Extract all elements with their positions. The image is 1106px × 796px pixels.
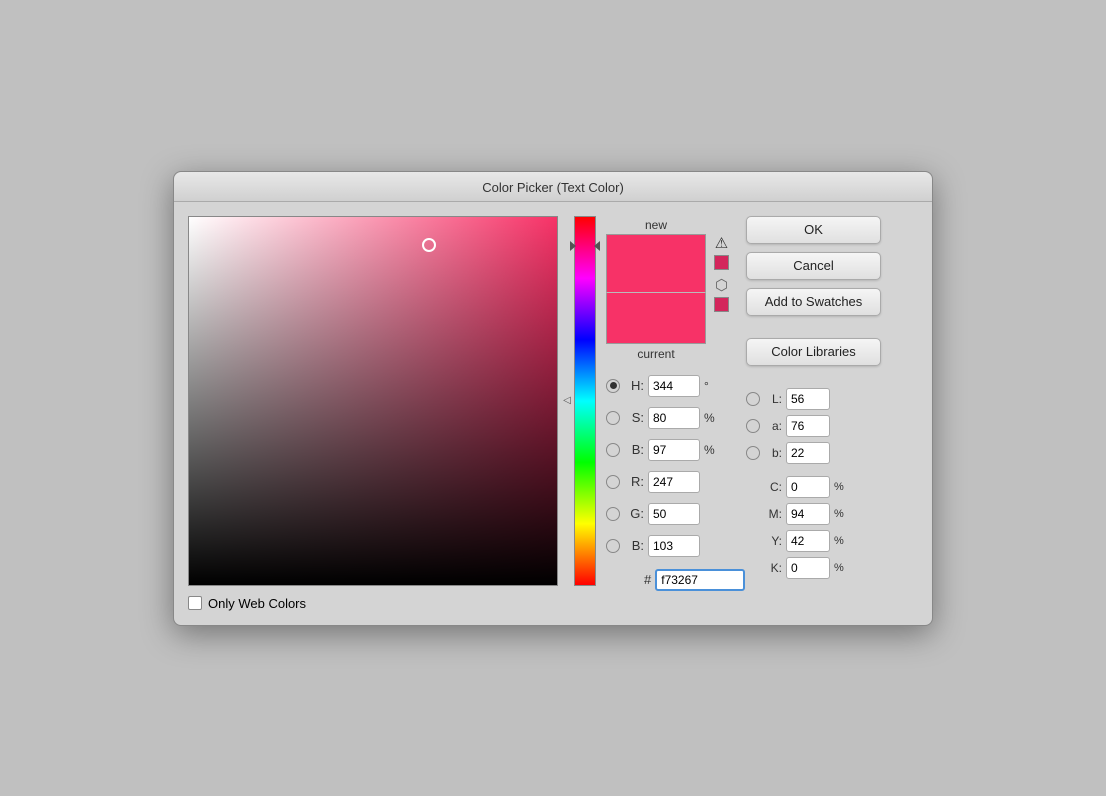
right-panel: OK Cancel Add to Swatches Color Librarie…	[746, 216, 886, 611]
b-radio[interactable]	[606, 443, 620, 457]
hex-row: #	[606, 569, 745, 591]
cube-icon: ⬡	[715, 276, 728, 294]
r-input[interactable]	[648, 471, 700, 493]
brgb-field-row: B:	[606, 535, 745, 557]
only-web-colors-checkbox[interactable]	[188, 596, 202, 610]
k-field-row: K: %	[746, 557, 886, 579]
add-to-swatches-button[interactable]: Add to Swatches	[746, 288, 881, 316]
y-label: Y:	[764, 534, 782, 548]
r-field-row: R:	[606, 471, 745, 493]
h-input[interactable]	[648, 375, 700, 397]
hue-arrow-left-icon: ◁	[562, 396, 572, 406]
cancel-button[interactable]: Cancel	[746, 252, 881, 280]
c-unit: %	[834, 481, 844, 493]
l-input[interactable]	[786, 388, 830, 410]
hue-strip-container: ◁	[562, 216, 596, 586]
b-label: B:	[624, 442, 644, 457]
color-field[interactable]	[188, 216, 558, 586]
warn-swatch-top[interactable]	[714, 255, 729, 270]
s-radio[interactable]	[606, 411, 620, 425]
c-label: C:	[764, 480, 782, 494]
brgb-label: B:	[624, 538, 644, 553]
m-input[interactable]	[786, 503, 830, 525]
y-unit: %	[834, 535, 844, 547]
middle-panel: new ⚠ ⬡ current H:	[606, 216, 736, 611]
current-label: current	[606, 347, 706, 361]
color-new-block	[606, 234, 706, 292]
brgb-radio[interactable]	[606, 539, 620, 553]
dialog-title: Color Picker (Text Color)	[174, 172, 932, 202]
left-panel: ◁ Only Web Colors	[188, 216, 596, 611]
y-field-row: Y: %	[746, 530, 886, 552]
color-libraries-button[interactable]: Color Libraries	[746, 338, 881, 366]
m-label: M:	[764, 507, 782, 521]
s-input[interactable]	[648, 407, 700, 429]
b-lab-input[interactable]	[786, 442, 830, 464]
g-radio[interactable]	[606, 507, 620, 521]
y-input[interactable]	[786, 530, 830, 552]
g-field-row: G:	[606, 503, 745, 525]
preview-area: ⚠ ⬡	[606, 234, 729, 344]
b-field-row: B: %	[606, 439, 745, 461]
g-input[interactable]	[648, 503, 700, 525]
s-label: S:	[624, 410, 644, 425]
s-unit: %	[704, 411, 718, 425]
cmyk-fields: C: % M: % Y: % K:	[746, 476, 886, 579]
warn-swatch-bottom[interactable]	[714, 297, 729, 312]
m-field-row: M: %	[746, 503, 886, 525]
hash-symbol: #	[644, 572, 651, 587]
k-unit: %	[834, 562, 844, 574]
r-label: R:	[624, 474, 644, 489]
new-label: new	[606, 218, 706, 232]
a-radio[interactable]	[746, 419, 760, 433]
g-label: G:	[624, 506, 644, 521]
a-input[interactable]	[786, 415, 830, 437]
hex-input[interactable]	[655, 569, 745, 591]
b-input[interactable]	[648, 439, 700, 461]
hue-indicator	[574, 245, 596, 247]
l-label: L:	[764, 392, 782, 406]
b-lab-radio[interactable]	[746, 446, 760, 460]
k-input[interactable]	[786, 557, 830, 579]
h-label: H:	[624, 378, 644, 393]
l-field-row: L:	[746, 388, 886, 410]
color-blocks	[606, 234, 706, 344]
hue-strip[interactable]	[574, 216, 596, 586]
color-field-overlay	[189, 217, 557, 585]
r-radio[interactable]	[606, 475, 620, 489]
brgb-input[interactable]	[648, 535, 700, 557]
k-label: K:	[764, 561, 782, 575]
s-field-row: S: %	[606, 407, 745, 429]
a-field-row: a:	[746, 415, 886, 437]
h-unit: °	[704, 379, 718, 393]
c-input[interactable]	[786, 476, 830, 498]
b-unit: %	[704, 443, 718, 457]
h-field-row: H: °	[606, 375, 745, 397]
color-current-block	[606, 292, 706, 344]
h-radio[interactable]	[606, 379, 620, 393]
hsb-rgb-fields: H: ° S: % B: %	[606, 375, 745, 591]
m-unit: %	[834, 508, 844, 520]
only-web-row: Only Web Colors	[188, 596, 596, 611]
b-lab-field-row: b:	[746, 442, 886, 464]
ok-button[interactable]: OK	[746, 216, 881, 244]
color-picker-dialog: Color Picker (Text Color) ◁ Only	[173, 171, 933, 626]
l-radio[interactable]	[746, 392, 760, 406]
b-lab-label: b:	[764, 446, 782, 460]
lab-fields: L: a: b:	[746, 388, 886, 464]
warn-column: ⚠ ⬡	[714, 234, 729, 312]
c-field-row: C: %	[746, 476, 886, 498]
a-label: a:	[764, 419, 782, 433]
only-web-colors-label: Only Web Colors	[208, 596, 306, 611]
warning-icon: ⚠	[715, 234, 728, 252]
